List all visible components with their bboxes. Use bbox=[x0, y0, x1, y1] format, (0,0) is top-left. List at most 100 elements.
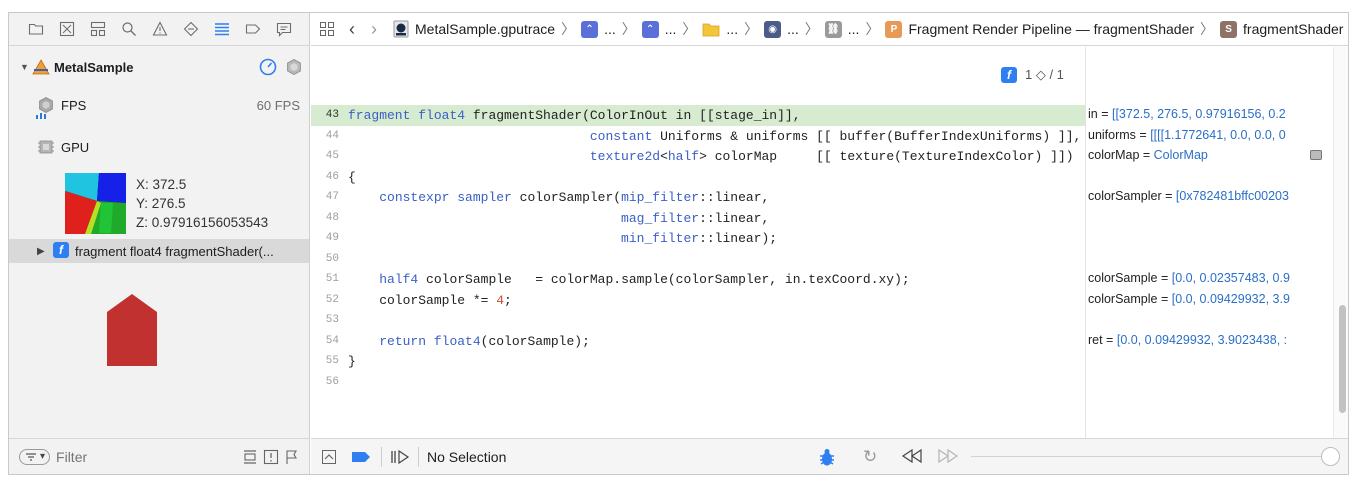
variable-content: [0.0, 0.09429932, 3.9023438, : bbox=[1116, 332, 1288, 347]
fps-value: 60 FPS bbox=[256, 97, 300, 113]
folder-icon[interactable] bbox=[27, 20, 45, 38]
flag-filter-icon[interactable] bbox=[284, 449, 300, 468]
code-line[interactable]: 52 colorSample *= 4; bbox=[311, 290, 1085, 311]
variable-value[interactable]: colorMap = ColorMap bbox=[1088, 148, 1332, 162]
breadcrumb-draw[interactable]: ◉ ... bbox=[764, 20, 799, 38]
issue-warning-icon[interactable] bbox=[151, 20, 169, 38]
texture-preview-icon[interactable] bbox=[1310, 150, 1322, 160]
breadcrumb-frame[interactable]: ⌃ ... bbox=[581, 20, 616, 38]
debug-bug-icon[interactable] bbox=[817, 447, 837, 467]
code-line[interactable]: 50 bbox=[311, 249, 1085, 270]
hierarchy-icon[interactable] bbox=[89, 20, 107, 38]
code-line[interactable]: 56 bbox=[311, 372, 1085, 393]
breadcrumb-pass-label: ... bbox=[664, 21, 677, 37]
breadcrumb-shader[interactable]: S fragmentShader bbox=[1220, 20, 1343, 38]
gauge-icon[interactable] bbox=[259, 58, 277, 79]
variable-value[interactable]: colorSample = [0.0, 0.02357483, 0.9 bbox=[1088, 271, 1332, 285]
report-icon[interactable] bbox=[275, 20, 293, 38]
line-number: 52 bbox=[325, 293, 339, 306]
filter-options-button[interactable]: ▾ bbox=[19, 448, 51, 465]
line-number: 48 bbox=[325, 211, 339, 224]
code-line: 42 bbox=[311, 47, 1085, 56]
code-text: return float4(colorSample); bbox=[379, 333, 590, 349]
variable-name: colorMap = bbox=[1088, 148, 1154, 162]
code-line[interactable]: 54 return float4(colorSample); bbox=[311, 331, 1085, 352]
jump-bar: ‹ › MetalSample.gputrace 〉 ⌃ ... 〉 ⌃ ...… bbox=[311, 13, 1348, 46]
code-text: texture2d<half> colorMap [[ texture(Text… bbox=[589, 149, 1074, 164]
code-line[interactable]: 53 bbox=[311, 310, 1085, 331]
function-jump-control[interactable]: f 1 ◇ / 1 bbox=[1001, 67, 1064, 83]
tree-row-gpu[interactable]: GPU bbox=[9, 135, 309, 159]
link-icon: ⛓ bbox=[824, 20, 842, 38]
issue-filter-icon[interactable] bbox=[263, 449, 279, 468]
step-icon[interactable] bbox=[390, 449, 410, 465]
code-line[interactable]: 47 constexpr sampler colorSampler(mip_fi… bbox=[311, 187, 1085, 208]
code-text: } bbox=[348, 354, 356, 369]
code-line[interactable]: 45 texture2d<half> colorMap [[ texture(T… bbox=[311, 146, 1085, 167]
editor-scrollbar[interactable] bbox=[1333, 47, 1348, 439]
code-line[interactable]: 48 mag_filter::linear, bbox=[311, 208, 1085, 229]
breadcrumb-frame-label: ... bbox=[604, 21, 616, 37]
timeline-knob[interactable] bbox=[1321, 447, 1340, 466]
forward-button[interactable]: › bbox=[371, 19, 377, 40]
hide-debug-area-icon[interactable] bbox=[321, 449, 337, 465]
pipeline-badge-icon: P bbox=[885, 20, 903, 38]
code-line[interactable]: 49 min_filter::linear); bbox=[311, 228, 1085, 249]
tree-root-label: MetalSample bbox=[54, 59, 134, 75]
code-line[interactable]: 51 half4 colorSample = colorMap.sample(c… bbox=[311, 269, 1085, 290]
search-icon[interactable] bbox=[120, 20, 138, 38]
breadcrumb-group[interactable]: ... bbox=[702, 21, 738, 37]
line-number: 46 bbox=[325, 170, 339, 183]
code-text: colorSample *= 4; bbox=[348, 292, 512, 308]
fast-forward-icon[interactable] bbox=[937, 448, 959, 464]
source-control-icon[interactable] bbox=[58, 20, 76, 38]
code-line[interactable]: 46 { bbox=[311, 167, 1085, 188]
line-number: 42 bbox=[311, 47, 339, 56]
breadcrumb-draw-label: ... bbox=[787, 21, 799, 37]
test-diamond-icon[interactable] bbox=[182, 20, 200, 38]
breakpoint-toggle-icon[interactable] bbox=[351, 450, 371, 464]
back-button[interactable]: ‹ bbox=[349, 19, 355, 40]
texture-thumbnail[interactable] bbox=[65, 173, 126, 234]
filter-input[interactable] bbox=[56, 448, 207, 465]
line-number: 55 bbox=[325, 355, 339, 367]
breakpoint-icon[interactable] bbox=[244, 20, 262, 38]
source-editor[interactable]: f 1 ◇ / 1 42 43 fragment float4 fragmentSh… bbox=[311, 47, 1085, 439]
line-number: 51 bbox=[325, 273, 339, 285]
variable-value[interactable]: uniforms = [[[[1.1772641, 0.0, 0.0, 0 bbox=[1088, 128, 1332, 142]
debug-list-icon[interactable] bbox=[213, 20, 231, 38]
code-line-current[interactable]: 43 fragment float4 fragmentShader(ColorIn… bbox=[311, 105, 1085, 126]
selection-status: No Selection bbox=[427, 448, 507, 465]
tree-row-fragment-shader[interactable]: ▶ f fragment float4 fragmentShader(... bbox=[9, 239, 309, 263]
gputrace-file-icon bbox=[393, 20, 409, 38]
timeline-track[interactable] bbox=[971, 456, 1331, 457]
breadcrumb-link[interactable]: ⛓ ... bbox=[824, 20, 859, 38]
coord-x: X: 372.5 bbox=[136, 177, 187, 192]
tree-row-root[interactable]: ▼ MetalSample bbox=[9, 55, 309, 79]
breadcrumb-trace-file[interactable]: MetalSample.gputrace bbox=[393, 20, 555, 38]
related-items-icon[interactable] bbox=[319, 21, 335, 37]
reload-icon[interactable]: ↻ bbox=[863, 447, 877, 467]
tree-row-fps[interactable]: FPS 60 FPS bbox=[9, 93, 309, 117]
stack-filter-icon[interactable] bbox=[242, 449, 258, 468]
variable-value[interactable]: in = [[372.5, 276.5, 0.97916156, 0.2 bbox=[1088, 107, 1332, 121]
navigator-filter-bar: ▾ bbox=[9, 438, 310, 474]
gpu-chip-icon bbox=[37, 138, 55, 156]
breadcrumb-pass[interactable]: ⌃ ... bbox=[641, 20, 677, 38]
variable-name: in = bbox=[1088, 107, 1112, 121]
variable-value[interactable]: colorSample = [0.0, 0.09429932, 3.9 bbox=[1088, 292, 1332, 306]
chip-icon[interactable] bbox=[285, 58, 303, 79]
disclosure-right-icon[interactable]: ▶ bbox=[37, 246, 45, 257]
rewind-icon[interactable] bbox=[901, 448, 923, 464]
code-line[interactable]: 55} bbox=[311, 351, 1085, 372]
code-line[interactable]: 44 constant Uniforms & uniforms [[ buffe… bbox=[311, 126, 1085, 147]
line-number: 45 bbox=[325, 150, 339, 162]
draw-call-icon: ◉ bbox=[764, 20, 782, 38]
variable-value[interactable]: colorSampler = [0x782481bffc00203 bbox=[1088, 189, 1332, 203]
breadcrumb-pipeline[interactable]: P Fragment Render Pipeline — fragmentSha… bbox=[885, 20, 1194, 38]
variable-content: [0.0, 0.09429932, 3.9 bbox=[1171, 291, 1290, 306]
variable-value[interactable]: ret = [0.0, 0.09429932, 3.9023438, : bbox=[1088, 333, 1332, 347]
disclosure-down-icon[interactable]: ▼ bbox=[20, 62, 30, 72]
variable-content: [0.0, 0.02357483, 0.9 bbox=[1171, 271, 1290, 285]
scrollbar-thumb[interactable] bbox=[1339, 305, 1346, 413]
